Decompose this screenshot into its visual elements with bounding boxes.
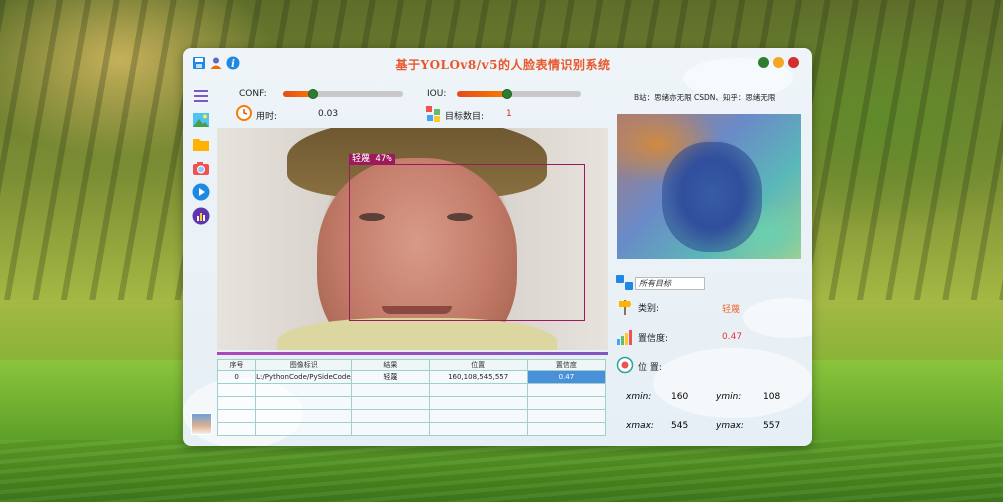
user-icon[interactable] bbox=[209, 56, 223, 70]
table-cell[interactable]: L:/PythonCode/PySideCode/... bbox=[255, 370, 353, 384]
results-table: 序号 图像标识 结果 位置 置信度 0 L:/PythonCode/PySide… bbox=[216, 359, 607, 436]
timer-icon bbox=[236, 105, 252, 121]
menu-icon bbox=[194, 90, 208, 102]
iou-slider[interactable] bbox=[457, 91, 581, 97]
background-field-texture bbox=[0, 440, 1003, 502]
conf-label: CONF: bbox=[239, 89, 267, 99]
open-folder-button[interactable] bbox=[191, 134, 211, 154]
target-count-icon bbox=[426, 106, 440, 122]
table-row[interactable] bbox=[216, 396, 607, 410]
table-row[interactable] bbox=[216, 409, 607, 423]
count-label: 目标数目: bbox=[445, 112, 485, 122]
filter-checkbox[interactable] bbox=[625, 282, 633, 290]
credit-text: B站：思绪亦无限 CSDN、知乎：思绪无限 bbox=[634, 93, 776, 102]
table-header: 序号 bbox=[216, 359, 257, 371]
table-cell[interactable]: 0 bbox=[216, 370, 257, 384]
table-header: 位置 bbox=[428, 359, 528, 371]
confidence-label: 置信度: bbox=[638, 334, 669, 344]
chart-button[interactable] bbox=[191, 206, 211, 226]
ymax-label: ymax: bbox=[716, 421, 744, 431]
play-button[interactable] bbox=[191, 182, 211, 202]
open-image-button[interactable] bbox=[191, 110, 211, 130]
ymin-label: ymin: bbox=[716, 392, 742, 402]
camera-icon bbox=[193, 162, 209, 175]
camera-button[interactable] bbox=[191, 158, 211, 178]
heatmap-image bbox=[617, 114, 801, 259]
chart-icon bbox=[192, 207, 210, 225]
heatmap-face bbox=[662, 142, 762, 252]
cloud-decoration bbox=[743, 298, 812, 338]
save-icon[interactable] bbox=[192, 56, 206, 70]
select-all-checkbox[interactable] bbox=[616, 275, 624, 283]
xmax-value: 545 bbox=[671, 421, 689, 431]
class-icon bbox=[619, 300, 631, 315]
table-cell[interactable]: 轻蔑 bbox=[351, 370, 430, 384]
minimize-button[interactable] bbox=[773, 57, 784, 68]
maximize-button[interactable] bbox=[758, 57, 769, 68]
photo-shirt bbox=[277, 318, 557, 350]
table-header: 结果 bbox=[351, 359, 430, 371]
detection-box bbox=[349, 164, 585, 321]
app-window: i 基于YOLOv8/v5的人脸表情识别系统 CONF: IOU: B站：思绪亦… bbox=[183, 48, 812, 446]
detection-image: 轻蔑 47% bbox=[217, 128, 608, 350]
count-value: 1 bbox=[506, 109, 512, 119]
table-row[interactable] bbox=[216, 383, 607, 397]
confidence-icon bbox=[617, 330, 632, 345]
ymin-value: 108 bbox=[763, 392, 781, 402]
iou-label: IOU: bbox=[427, 89, 447, 99]
folder-icon bbox=[193, 139, 209, 151]
avatar[interactable] bbox=[191, 413, 212, 435]
table-cell[interactable]: 160,108,545,557 bbox=[428, 370, 528, 384]
time-label: 用时: bbox=[256, 112, 278, 122]
table-row[interactable] bbox=[216, 422, 607, 436]
time-value: 0.03 bbox=[318, 109, 339, 119]
xmax-label: xmax: bbox=[626, 421, 654, 431]
info-icon[interactable]: i bbox=[226, 56, 240, 70]
iou-slider-handle[interactable] bbox=[501, 89, 512, 99]
xmin-value: 160 bbox=[671, 392, 689, 402]
image-icon bbox=[193, 113, 209, 127]
position-icon bbox=[616, 356, 634, 374]
confidence-value: 0.47 bbox=[722, 332, 743, 342]
class-value: 轻蔑 bbox=[722, 305, 741, 315]
xmin-label: xmin: bbox=[626, 392, 652, 402]
table-header: 置信度 bbox=[526, 359, 607, 371]
conf-slider[interactable] bbox=[283, 91, 403, 97]
table-header: 图像标识 bbox=[255, 359, 353, 371]
svg-text:i: i bbox=[231, 59, 235, 70]
iou-slider-fill bbox=[457, 91, 507, 97]
title-bar: i 基于YOLOv8/v5的人脸表情识别系统 bbox=[183, 48, 812, 78]
menu-button[interactable] bbox=[191, 86, 211, 106]
class-label: 类别: bbox=[638, 304, 660, 314]
target-filter-select[interactable]: 所有目标 bbox=[635, 277, 705, 290]
table-row[interactable]: 0 L:/PythonCode/PySideCode/... 轻蔑 160,10… bbox=[216, 370, 607, 384]
image-divider bbox=[217, 352, 608, 355]
table-cell[interactable]: 0.47 bbox=[526, 370, 607, 384]
position-label: 位 置: bbox=[638, 363, 662, 373]
cloud-decoration bbox=[653, 348, 812, 418]
ymax-value: 557 bbox=[763, 421, 781, 431]
play-icon bbox=[192, 183, 210, 201]
conf-slider-handle[interactable] bbox=[308, 89, 318, 99]
table-header-row: 序号 图像标识 结果 位置 置信度 bbox=[216, 359, 607, 371]
close-button[interactable] bbox=[788, 57, 799, 68]
sidebar bbox=[186, 83, 214, 443]
window-title: 基于YOLOv8/v5的人脸表情识别系统 bbox=[395, 58, 611, 72]
detection-label: 轻蔑 47% bbox=[349, 154, 395, 165]
